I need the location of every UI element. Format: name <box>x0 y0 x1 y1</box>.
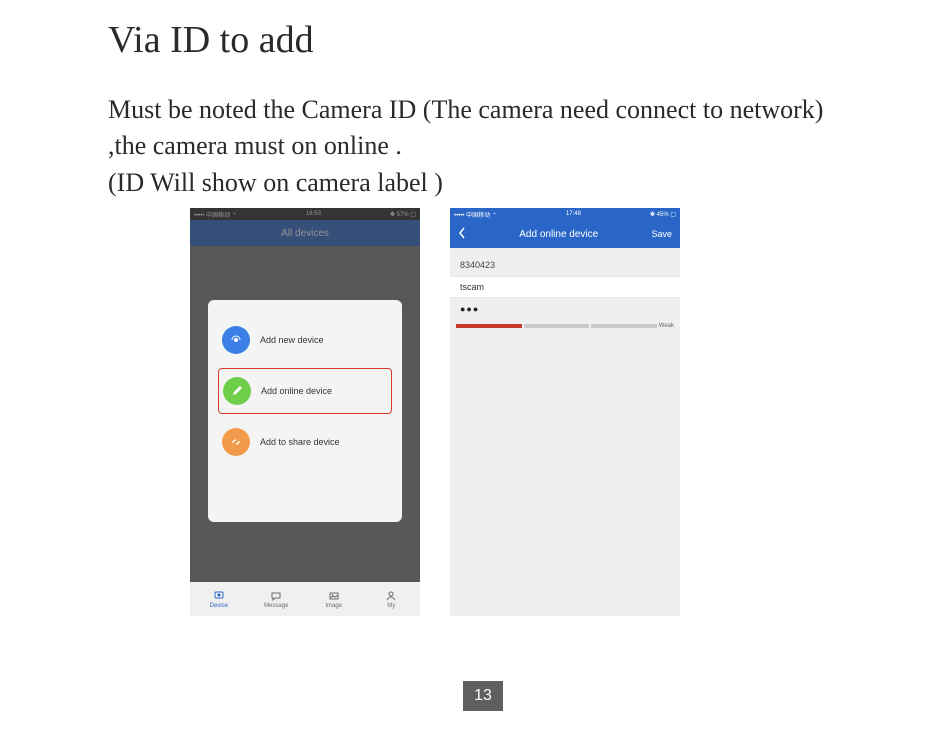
tab-bar: Device Message Image My <box>190 582 420 616</box>
strength-segment-3 <box>591 324 657 328</box>
add-new-device-option[interactable]: Add new device <box>218 318 392 362</box>
edit-icon <box>223 377 251 405</box>
screenshots-row: ••••• 中国移动 ⌃ 16:53 ✽ 57% ▢ All devices A… <box>190 208 680 616</box>
save-button[interactable]: Save <box>651 229 672 239</box>
tab-device[interactable]: Device <box>190 582 248 616</box>
phone-all-devices-modal: ••••• 中国移动 ⌃ 16:53 ✽ 57% ▢ All devices A… <box>190 208 420 616</box>
add-share-device-option[interactable]: Add to share device <box>218 420 392 464</box>
page-title: Via ID to add <box>108 18 314 62</box>
device-id-field[interactable]: 8340423 <box>450 254 680 276</box>
option-label: Add new device <box>260 335 388 346</box>
link-icon <box>222 428 250 456</box>
body-text: Must be noted the Camera ID (The camera … <box>108 92 828 201</box>
paragraph-1: Must be noted the Camera ID (The camera … <box>108 92 828 165</box>
add-online-device-option[interactable]: Add online device <box>218 368 392 414</box>
nav-title: Add online device <box>466 229 651 240</box>
strength-segment-1 <box>456 324 522 328</box>
tab-my[interactable]: My <box>363 582 421 616</box>
tab-message[interactable]: Message <box>248 582 306 616</box>
option-label: Add to share device <box>260 437 388 448</box>
tab-label: Image <box>325 603 342 609</box>
nav-bar: Add online device Save <box>450 220 680 248</box>
status-left: ••••• 中国移动 ⌃ <box>454 210 497 219</box>
password-field[interactable]: ●●● <box>450 298 680 320</box>
paragraph-2: (ID Will show on camera label ) <box>108 165 828 201</box>
back-button[interactable] <box>458 227 466 242</box>
page-number: 13 <box>463 681 503 711</box>
status-right: ✽ 45% ▢ <box>650 211 676 218</box>
wireless-icon <box>222 326 250 354</box>
password-strength-meter: Weak <box>450 320 680 332</box>
strength-label: Weak <box>659 323 674 329</box>
status-bar: ••••• 中国移动 ⌃ 17:48 ✽ 45% ▢ <box>450 208 680 220</box>
tab-image[interactable]: Image <box>305 582 363 616</box>
form: 8340423 tscam ●●● Weak <box>450 248 680 332</box>
tab-label: Message <box>264 603 288 609</box>
add-device-sheet: Add new device Add online device Add to … <box>208 300 402 522</box>
tab-label: My <box>387 603 395 609</box>
device-name-field[interactable]: tscam <box>450 276 680 298</box>
tab-label: Device <box>210 603 228 609</box>
strength-segment-2 <box>524 324 590 328</box>
status-time: 17:48 <box>566 211 581 217</box>
phone-add-online-device-form: ••••• 中国移动 ⌃ 17:48 ✽ 45% ▢ Add online de… <box>450 208 680 616</box>
option-label: Add online device <box>261 386 387 397</box>
